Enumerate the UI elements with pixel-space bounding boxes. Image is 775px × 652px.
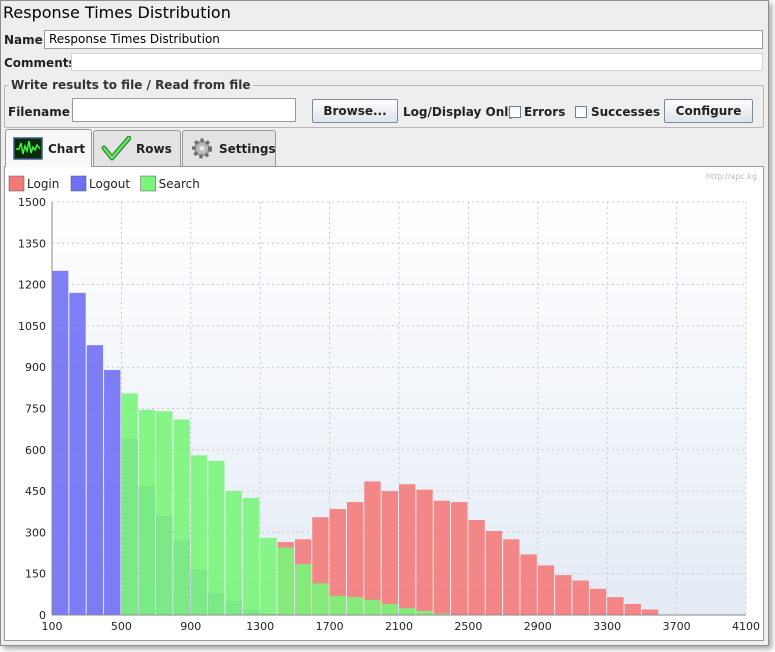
x-tick-label: 2900	[524, 620, 552, 633]
bar-search	[208, 460, 225, 615]
y-tick-label: 750	[25, 403, 46, 416]
bar-login	[433, 500, 451, 615]
bar-login	[468, 520, 485, 615]
bar-login	[555, 575, 572, 615]
x-tick-label: 3300	[593, 620, 621, 633]
y-tick-label: 1050	[18, 320, 46, 333]
bar-login	[503, 539, 520, 615]
bar-login	[381, 491, 398, 615]
bar-login	[607, 597, 624, 615]
legend-label-logout: Logout	[89, 177, 130, 191]
errors-label: Errors	[524, 105, 566, 119]
comments-label: Comments:	[4, 56, 81, 70]
bar-search	[190, 455, 208, 615]
gear-icon	[190, 136, 214, 161]
y-tick-label: 450	[25, 485, 46, 498]
bar-login	[589, 588, 607, 615]
bar-login	[641, 609, 659, 615]
file-group-title: Write results to file / Read from file	[9, 78, 253, 92]
x-tick-label: 4100	[732, 620, 760, 633]
x-tick-label: 2500	[454, 620, 482, 633]
bar-search	[416, 610, 433, 615]
bar-logout	[52, 270, 69, 615]
bar-search	[156, 411, 173, 615]
x-tick-label: 3700	[663, 620, 691, 633]
bar-search	[242, 497, 260, 615]
bar-login	[520, 554, 537, 615]
y-tick-label: 0	[39, 609, 46, 622]
watermark: http://apc.kg	[706, 172, 757, 181]
bar-search	[312, 583, 329, 615]
name-label: Name:	[4, 33, 48, 47]
tab-settings-label: Settings	[219, 141, 276, 156]
tab-chart-label: Chart	[48, 141, 86, 156]
y-tick-label: 1200	[18, 279, 46, 292]
bar-login	[572, 580, 589, 615]
results-window: Response Times Distribution Name: Respon…	[0, 0, 769, 646]
bar-login	[416, 489, 433, 615]
bar-login	[399, 484, 416, 615]
bar-logout	[69, 292, 86, 615]
x-tick-label: 900	[180, 620, 201, 633]
y-tick-label: 300	[25, 526, 46, 539]
legend-label-login: Login	[27, 177, 59, 191]
bar-logout	[104, 369, 121, 615]
bar-search	[260, 537, 277, 615]
x-tick-label: 500	[111, 620, 132, 633]
comments-input[interactable]	[71, 53, 763, 71]
y-tick-label: 900	[25, 361, 46, 374]
x-tick-label: 2100	[385, 620, 413, 633]
filename-input[interactable]	[72, 98, 296, 122]
filename-label: Filename	[8, 105, 70, 119]
successes-label: Successes	[591, 105, 661, 119]
y-tick-label: 1350	[18, 237, 46, 250]
bar-search	[138, 409, 156, 615]
bar-logout	[86, 345, 104, 615]
bar-login	[537, 565, 555, 615]
tab-rows-label: Rows	[136, 141, 172, 156]
y-tick-label: 1500	[18, 196, 46, 209]
bar-login	[624, 603, 641, 615]
bar-search	[277, 547, 294, 615]
bar-search	[381, 603, 398, 615]
x-tick-label: 1300	[246, 620, 274, 633]
bar-login	[451, 502, 468, 615]
tab-settings[interactable]: Settings	[182, 130, 276, 166]
name-input[interactable]: Response Times Distribution	[44, 30, 763, 49]
bar-search	[121, 393, 138, 615]
bar-login	[485, 531, 503, 615]
checkmark-icon	[101, 135, 132, 161]
bar-search	[225, 491, 242, 615]
legend-label-search: Search	[159, 177, 200, 191]
window-title: Response Times Distribution	[3, 3, 231, 22]
bar-search	[329, 595, 346, 615]
legend-swatch-search	[140, 175, 156, 192]
y-tick-label: 150	[25, 568, 46, 581]
bar-search	[294, 564, 312, 615]
bar-login	[364, 481, 381, 615]
log-display-label: Log/Display Only:	[403, 105, 521, 119]
y-tick-label: 600	[25, 444, 46, 457]
browse-button[interactable]: Browse...	[312, 99, 398, 123]
configure-button[interactable]: Configure	[664, 99, 753, 123]
bar-search	[399, 608, 416, 615]
tab-chart[interactable]: Chart	[5, 129, 92, 167]
bar-search	[173, 419, 190, 615]
chart-panel: 100 500 900 1300 1700 2100 2500 2900 3300 3700 410…	[4, 166, 764, 641]
bar-search	[346, 597, 364, 615]
chart-icon	[13, 136, 43, 161]
x-tick-label: 1700	[316, 620, 344, 633]
legend-swatch-login	[8, 175, 25, 192]
successes-checkbox[interactable]	[575, 106, 587, 118]
tab-rows[interactable]: Rows	[93, 130, 181, 166]
errors-checkbox[interactable]	[509, 106, 521, 118]
legend-swatch-logout	[70, 175, 87, 192]
response-times-chart: 100 500 900 1300 1700 2100 2500 2900 3300 3700 410…	[8, 172, 760, 633]
bar-search	[364, 599, 381, 615]
